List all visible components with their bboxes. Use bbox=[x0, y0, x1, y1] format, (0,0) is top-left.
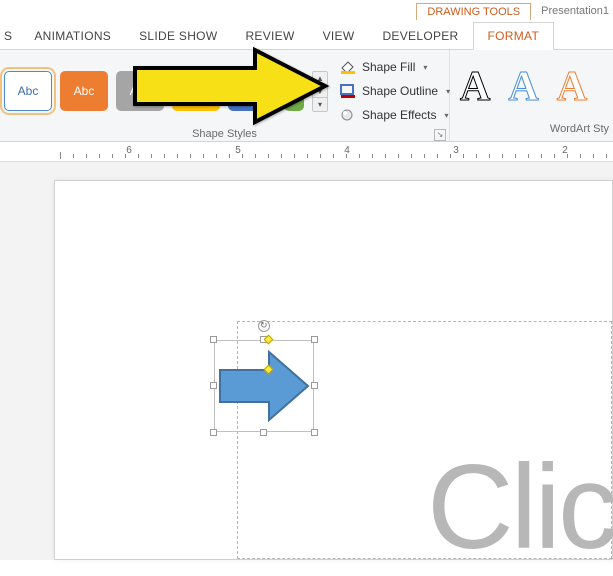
dropdown-icon: ▾ bbox=[445, 111, 449, 120]
title-bar: DRAWING TOOLS Presentation1 bbox=[0, 0, 613, 22]
tab-animations[interactable]: ANIMATIONS bbox=[20, 23, 125, 49]
tab-partial-left[interactable]: S bbox=[0, 23, 20, 49]
horizontal-ruler[interactable]: 6 5 4 3 2 bbox=[0, 142, 613, 162]
shape-style-tile-6[interactable] bbox=[284, 71, 304, 111]
ruler-mark: 6 bbox=[126, 145, 132, 156]
shape-options-column: Shape Fill ▾ Shape Outline ▾ Shape Effec… bbox=[334, 54, 456, 128]
shape-outline-button[interactable]: Shape Outline ▾ bbox=[336, 80, 454, 102]
dialog-launcher-icon[interactable]: ↘ bbox=[434, 129, 446, 141]
shape-style-tile-3[interactable]: Abc bbox=[116, 71, 164, 111]
resize-handle[interactable] bbox=[311, 382, 318, 389]
wordart-style-1[interactable]: A bbox=[460, 63, 490, 111]
tab-slide-show[interactable]: SLIDE SHOW bbox=[125, 23, 231, 49]
tab-review[interactable]: REVIEW bbox=[231, 23, 308, 49]
resize-handle[interactable] bbox=[210, 429, 217, 436]
resize-handle[interactable] bbox=[311, 336, 318, 343]
shape-outline-label: Shape Outline bbox=[362, 84, 438, 98]
ribbon-tabs: S ANIMATIONS SLIDE SHOW REVIEW VIEW DEVE… bbox=[0, 22, 613, 50]
pen-outline-icon bbox=[340, 84, 356, 98]
shape-fill-button[interactable]: Shape Fill ▾ bbox=[336, 56, 454, 78]
gallery-expand-icon[interactable]: ▾ bbox=[313, 98, 327, 111]
group-label-wordart: WordArt Sty bbox=[450, 123, 613, 141]
shape-style-tile-5[interactable] bbox=[228, 71, 276, 111]
resize-handle[interactable] bbox=[210, 382, 217, 389]
gallery-scroll-down-icon[interactable]: ▼ bbox=[313, 85, 327, 98]
selected-shape-arrow[interactable] bbox=[214, 340, 314, 432]
dropdown-icon: ▾ bbox=[423, 63, 427, 72]
group-label-shape-styles: Shape Styles ↘ bbox=[0, 128, 449, 141]
shape-style-gallery[interactable]: Abc Abc Abc ▲ ▼ ▾ bbox=[4, 71, 328, 112]
document-title: Presentation1 bbox=[533, 5, 613, 17]
gallery-scroll-up-icon[interactable]: ▲ bbox=[313, 72, 327, 85]
gallery-scroll[interactable]: ▲ ▼ ▾ bbox=[312, 71, 328, 112]
shape-style-tile-4[interactable] bbox=[172, 71, 220, 111]
effects-icon bbox=[340, 108, 356, 122]
resize-handle[interactable] bbox=[311, 429, 318, 436]
shape-style-tile-2[interactable]: Abc bbox=[60, 71, 108, 111]
resize-handle[interactable] bbox=[260, 429, 267, 436]
shape-fill-label: Shape Fill bbox=[362, 60, 415, 74]
rotate-handle-icon[interactable] bbox=[258, 320, 270, 332]
shape-effects-label: Shape Effects bbox=[362, 108, 437, 122]
wordart-style-2[interactable]: A bbox=[508, 63, 538, 111]
wordart-style-3[interactable]: A bbox=[557, 63, 587, 111]
tab-developer[interactable]: DEVELOPER bbox=[368, 23, 472, 49]
group-shape-styles: Abc Abc Abc ▲ ▼ ▾ Shape Fill ▾ bbox=[0, 50, 450, 141]
tab-format[interactable]: FORMAT bbox=[473, 22, 555, 50]
tab-view[interactable]: VIEW bbox=[309, 23, 369, 49]
ruler-mark: 5 bbox=[235, 145, 241, 156]
ruler-mark: 3 bbox=[453, 145, 459, 156]
placeholder-text: Clic bbox=[427, 438, 613, 576]
group-wordart-styles: A A A WordArt Sty bbox=[450, 50, 613, 141]
ribbon: Abc Abc Abc ▲ ▼ ▾ Shape Fill ▾ bbox=[0, 50, 613, 142]
contextual-tab-drawing-tools[interactable]: DRAWING TOOLS bbox=[416, 3, 531, 20]
resize-handle[interactable] bbox=[210, 336, 217, 343]
slide[interactable]: Clic bbox=[54, 180, 613, 560]
shape-effects-button[interactable]: Shape Effects ▾ bbox=[336, 104, 454, 126]
slide-canvas-area[interactable]: Clic bbox=[0, 162, 613, 560]
arrow-shape-icon[interactable] bbox=[214, 340, 314, 432]
paint-bucket-icon bbox=[340, 60, 356, 74]
shape-style-tile-1[interactable]: Abc bbox=[4, 71, 52, 111]
